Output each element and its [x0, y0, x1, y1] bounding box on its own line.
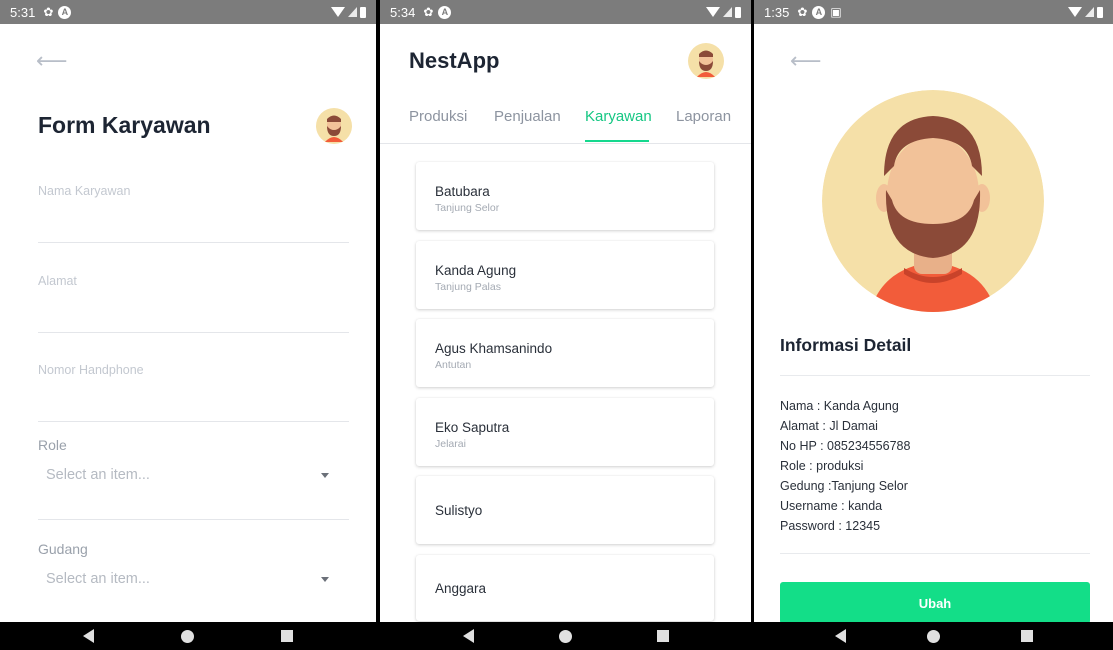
list-item[interactable]: Kanda Agung Tanjung Palas: [416, 241, 714, 309]
screen-employee-list: 5:34 ✿ A NestApp Produksi Penjualan Kary…: [380, 0, 751, 650]
employee-name: Agus Khamsanindo: [435, 341, 553, 356]
wifi-icon: [1068, 7, 1082, 17]
signal-icon: [348, 7, 357, 17]
notification-icon: A: [438, 5, 452, 19]
gudang-select[interactable]: Gudang Select an item...: [38, 541, 349, 619]
image-notification-icon: ▣: [830, 5, 842, 19]
detail-role: Role : produksi: [780, 459, 864, 473]
caret-down-icon: [321, 472, 329, 478]
nav-recents-icon[interactable]: [280, 630, 293, 642]
detail-no-hp: No HP : 085234556788: [780, 439, 911, 453]
notification-icon: A: [58, 5, 72, 19]
avatar[interactable]: [316, 108, 352, 144]
battery-icon: [360, 6, 366, 18]
nav-recents-icon[interactable]: [1020, 630, 1033, 642]
employee-name: Sulistyo: [435, 502, 483, 518]
employee-name: Kanda Agung: [435, 263, 517, 278]
detail-alamat: Alamat : Jl Damai: [780, 419, 878, 433]
detail-nama: Nama : Kanda Agung: [780, 399, 899, 413]
tab-karyawan[interactable]: Karyawan: [585, 108, 652, 125]
system-navigation-bar: [380, 622, 751, 650]
alamat-placeholder: Alamat: [38, 274, 77, 288]
screen-employee-detail: 1:35 ✿ A ▣ ⟵ Informasi Detail Nama : Kan…: [754, 0, 1113, 650]
signal-icon: [1085, 7, 1094, 17]
detail-username: Username : kanda: [780, 499, 883, 513]
nav-home-icon[interactable]: [926, 629, 940, 643]
battery-icon: [735, 6, 741, 18]
role-select-placeholder: Select an item...: [46, 467, 150, 483]
system-navigation-bar: [754, 622, 1113, 650]
nav-back-icon[interactable]: [83, 629, 95, 643]
employee-location: Jelarai: [435, 438, 466, 450]
gudang-label: Gudang: [38, 541, 88, 557]
system-navigation-bar: [0, 622, 376, 650]
list-item[interactable]: Sulistyo: [416, 476, 714, 544]
nav-home-icon[interactable]: [558, 629, 572, 643]
status-time: 5:34: [390, 4, 416, 20]
employee-name: Batubara: [435, 184, 490, 199]
detail-password: Password : 12345: [780, 519, 881, 533]
detail-gedung: Gedung :Tanjung Selor: [780, 479, 908, 493]
list-item[interactable]: Eko Saputra Jelarai: [416, 398, 714, 466]
gear-icon: ✿: [423, 5, 434, 19]
avatar[interactable]: [688, 43, 724, 79]
notification-icon: A: [812, 5, 826, 19]
nomor-handphone-field[interactable]: Nomor Handphone: [38, 363, 349, 422]
employee-location: Tanjung Selor: [435, 202, 500, 214]
screen-form-karyawan: 5:31 ✿ A ⟵ Form Karyawan Nama Karyawan A…: [0, 0, 376, 650]
nama-karyawan-placeholder: Nama Karyawan: [38, 184, 131, 198]
status-bar: 1:35 ✿ A ▣: [754, 0, 1113, 24]
status-bar: 5:34 ✿ A: [380, 0, 751, 24]
battery-icon: [1097, 6, 1103, 18]
gudang-select-placeholder: Select an item...: [46, 571, 150, 587]
role-select[interactable]: Role Select an item...: [38, 437, 349, 520]
wifi-icon: [706, 7, 720, 17]
back-arrow-icon[interactable]: ⟵: [790, 50, 822, 72]
list-item[interactable]: Anggara: [416, 555, 714, 621]
alamat-field[interactable]: Alamat: [38, 274, 349, 333]
tab-produksi[interactable]: Produksi: [409, 108, 467, 125]
active-tab-indicator: [585, 140, 649, 142]
ubah-button[interactable]: Ubah: [780, 582, 1090, 624]
tab-bar: Produksi Penjualan Karyawan Laporan: [380, 104, 751, 144]
app-title: NestApp: [409, 48, 500, 73]
list-item[interactable]: Batubara Tanjung Selor: [416, 162, 714, 230]
status-time: 5:31: [10, 4, 36, 20]
wifi-icon: [331, 7, 345, 17]
nama-karyawan-field[interactable]: Nama Karyawan: [38, 184, 349, 243]
employee-name: Eko Saputra: [435, 420, 510, 435]
nav-recents-icon[interactable]: [656, 630, 669, 642]
page-title: Form Karyawan: [38, 112, 211, 138]
gear-icon: ✿: [797, 5, 808, 19]
list-item[interactable]: Agus Khamsanindo Antutan: [416, 319, 714, 387]
back-arrow-icon[interactable]: ⟵: [36, 50, 68, 72]
employee-location: Antutan: [435, 359, 472, 371]
tab-laporan[interactable]: Laporan: [676, 108, 731, 125]
employee-name: Anggara: [435, 580, 487, 596]
gear-icon: ✿: [43, 5, 54, 19]
divider: [780, 553, 1090, 554]
profile-avatar: [822, 90, 1044, 312]
detail-title: Informasi Detail: [780, 335, 912, 355]
signal-icon: [723, 7, 732, 17]
caret-down-icon: [321, 576, 329, 582]
nav-back-icon[interactable]: [834, 629, 846, 643]
divider: [780, 375, 1090, 376]
status-bar: 5:31 ✿ A: [0, 0, 376, 24]
nomor-handphone-placeholder: Nomor Handphone: [38, 363, 144, 377]
tab-penjualan[interactable]: Penjualan: [494, 108, 561, 125]
role-label: Role: [38, 437, 67, 453]
status-time: 1:35: [764, 4, 790, 20]
employee-location: Tanjung Palas: [435, 281, 501, 293]
nav-home-icon[interactable]: [180, 629, 194, 643]
nav-back-icon[interactable]: [462, 629, 474, 643]
